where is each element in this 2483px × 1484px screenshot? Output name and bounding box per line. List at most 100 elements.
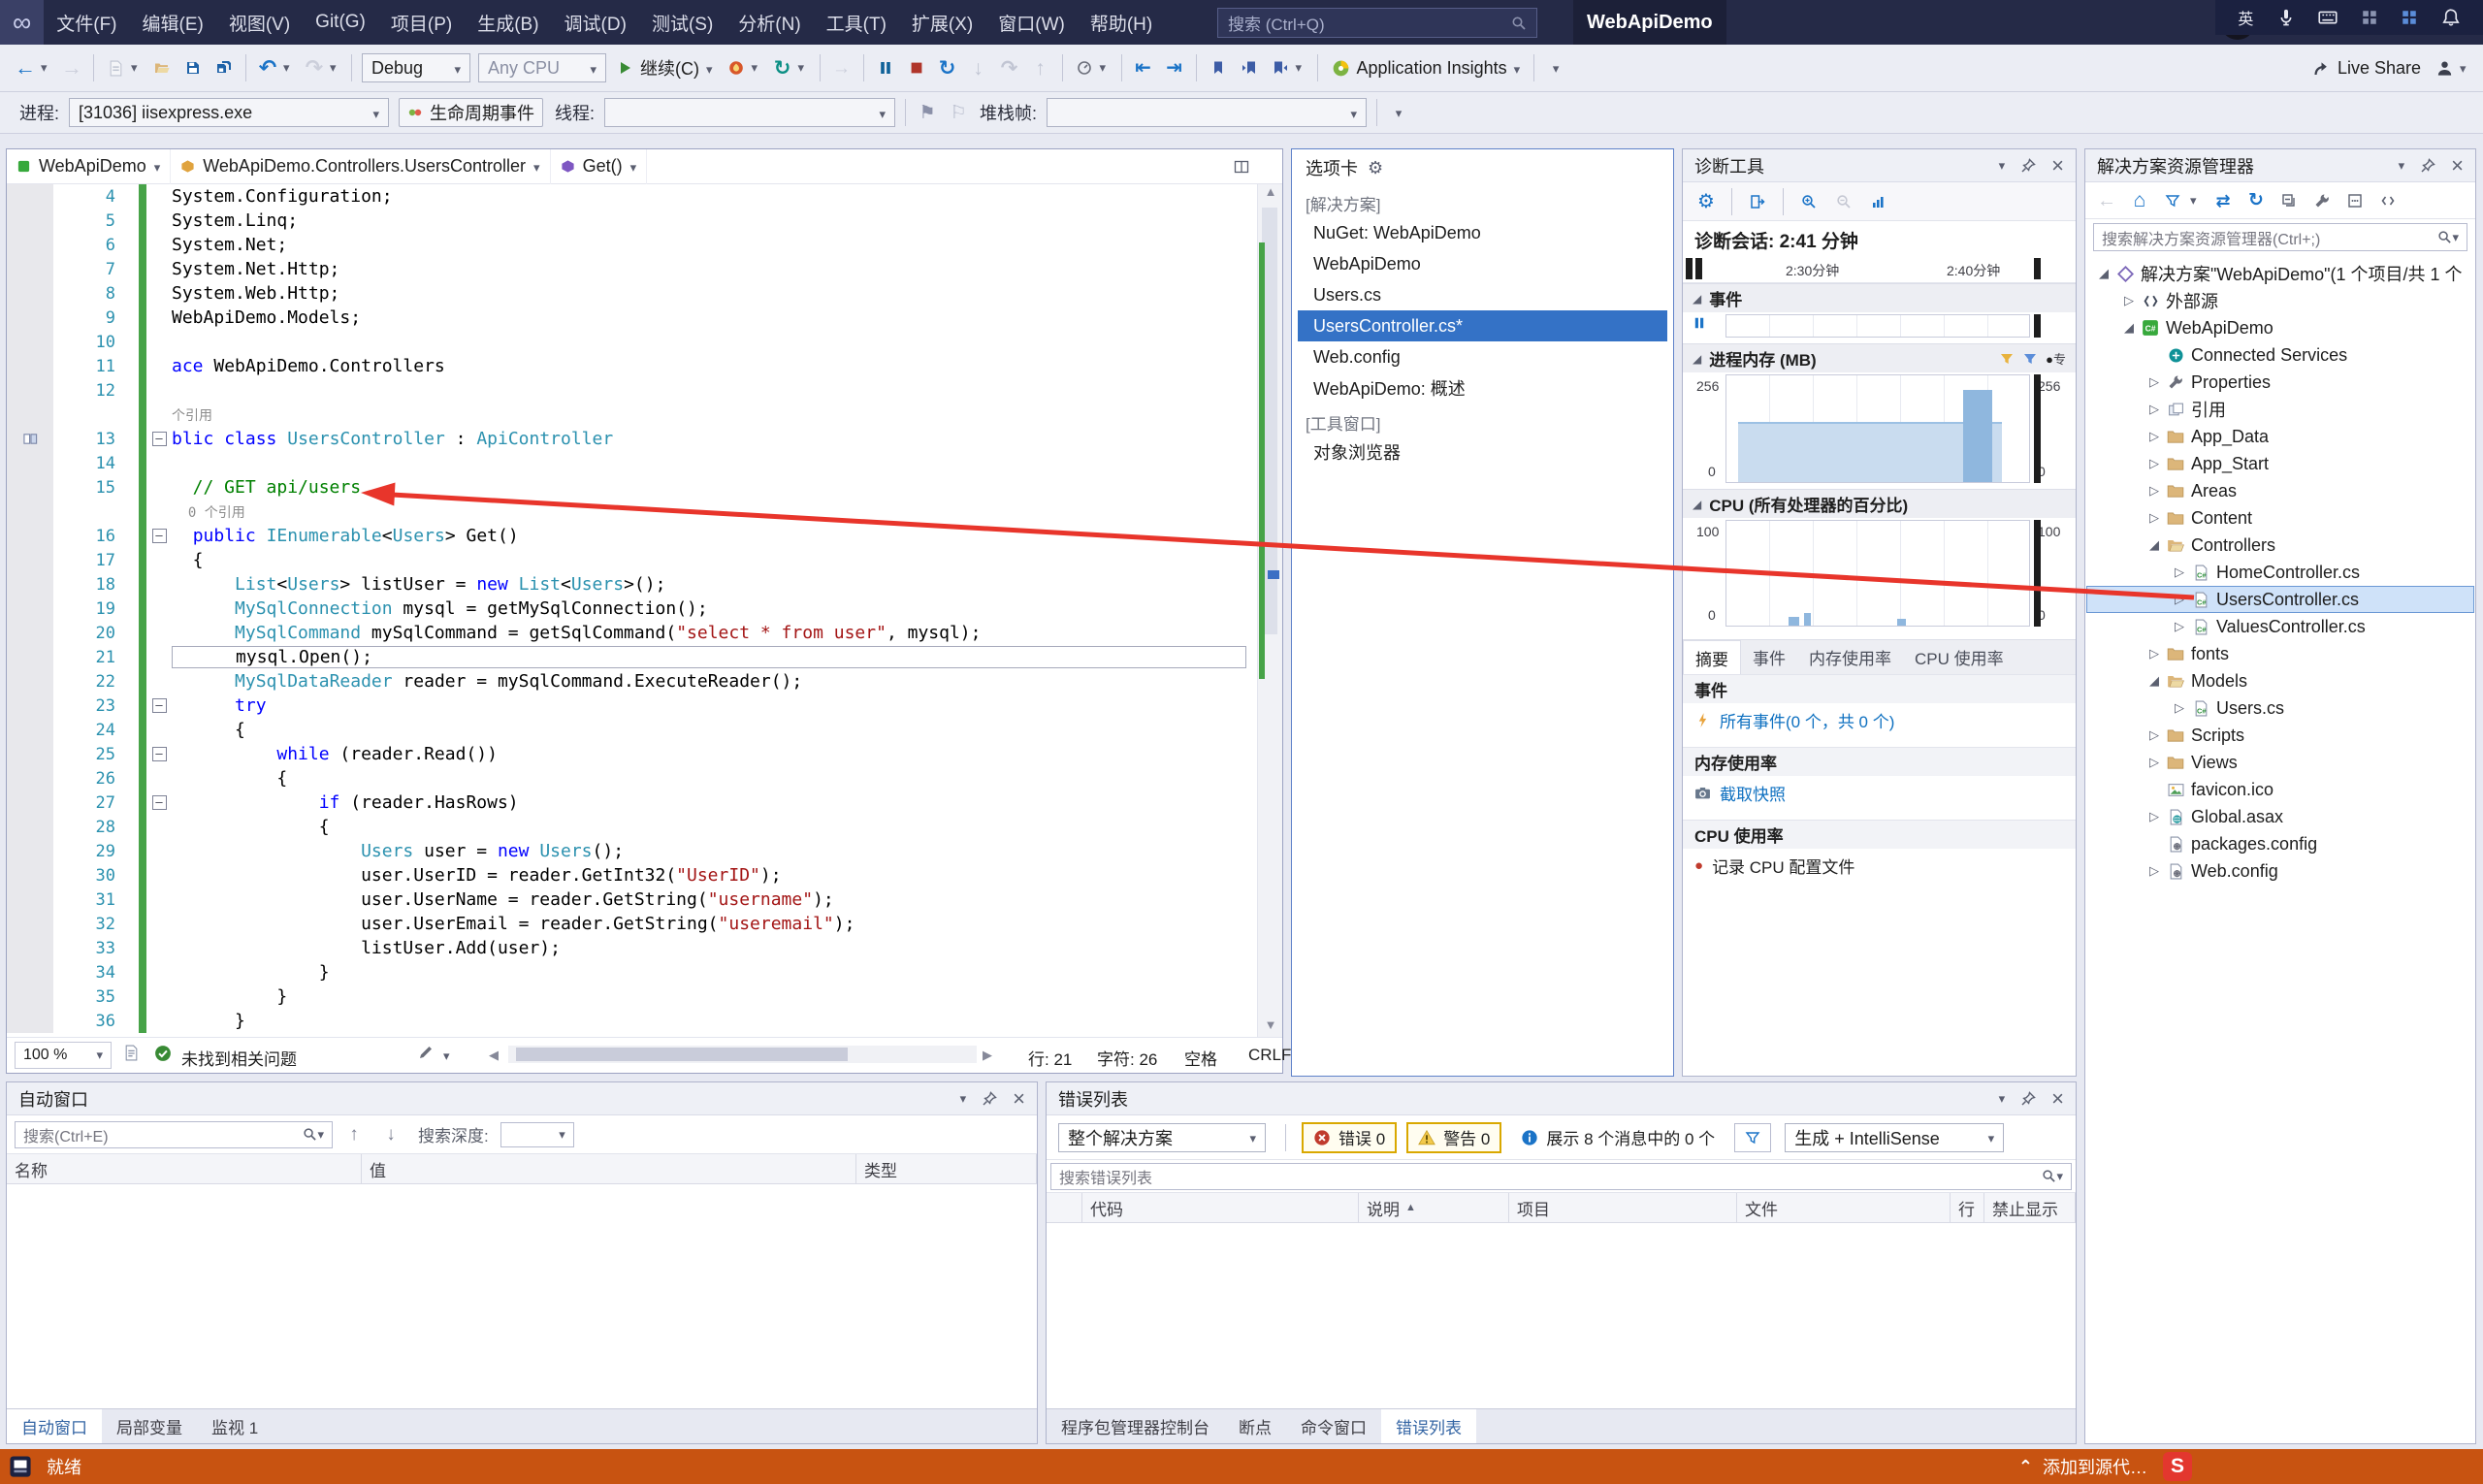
save-all-icon[interactable] [209,51,240,84]
cpu-section-header[interactable]: ◢CPU (所有处理器的百分比) [1683,489,2076,518]
expander-icon[interactable]: ▷ [2170,592,2189,607]
save-icon[interactable] [177,51,209,84]
code-line[interactable]: 7System.Net.Http; [7,257,1258,281]
expander-icon[interactable]: ▷ [2144,863,2164,879]
chevron-down-icon[interactable]: ▾ [1999,159,2006,172]
chevron-down-icon[interactable]: ▾ [960,1092,967,1105]
expander-icon[interactable]: ▷ [2144,429,2164,444]
tree-item[interactable]: ▷Global.asax [2086,803,2474,830]
column-header[interactable] [1047,1193,1082,1222]
code-line[interactable]: 34 } [7,960,1258,984]
code-line[interactable]: 27– if (reader.HasRows) [7,790,1258,815]
breakpoint-margin[interactable] [7,548,53,572]
breakpoint-margin[interactable] [7,209,53,233]
breakpoint-margin[interactable] [7,475,53,500]
tab-card-item[interactable]: 对象浏览器 [1298,436,1667,468]
debug-target-select[interactable]: Debug▾ [362,53,470,82]
restart-icon[interactable]: ↻ [767,51,798,84]
chevron-down-icon[interactable]: ▾ [2460,60,2475,78]
menu-item[interactable]: 工具(T) [814,0,899,45]
pin-icon[interactable] [2020,158,2036,174]
expander-icon[interactable]: ◢ [2144,673,2164,689]
scroll-down-icon[interactable]: ▼ [1258,1017,1283,1037]
breadcrumb-segment[interactable]: WebApiDemo.Controllers.UsersController▾ [171,149,550,184]
sync-icon[interactable]: ⇄ [2208,184,2239,217]
summary-link-row[interactable]: ●记录 CPU 配置文件 [1683,849,2076,882]
microphone-icon[interactable] [2276,8,2296,27]
empty-select[interactable]: ▾ [604,98,895,127]
outline-margin[interactable]: – [146,747,172,761]
code-line[interactable]: 29 Users user = new Users(); [7,839,1258,863]
code-line[interactable]: 9WebApiDemo.Models; [7,306,1258,330]
hscroll-thumb[interactable] [516,1048,848,1061]
reset-view-icon[interactable] [1863,185,1894,218]
breakpoint-margin[interactable] [7,839,53,863]
expander-icon[interactable]: ▷ [2144,510,2164,526]
code-line[interactable]: 19 MySqlConnection mysql = getMySqlConne… [7,597,1258,621]
breakpoint-margin[interactable] [7,863,53,887]
breakpoint-margin[interactable] [7,645,53,669]
memory-section-header[interactable]: ◢进程内存 (MB) ●专 [1683,343,2076,372]
events-section-header[interactable]: ◢事件 [1683,283,2076,312]
code-area[interactable]: 4System.Configuration;5System.Linq;6Syst… [7,184,1258,1037]
close-icon[interactable]: × [2051,155,2064,177]
grid-blue-icon[interactable] [2401,9,2418,26]
breakpoint-margin[interactable] [7,572,53,597]
menu-item[interactable]: 文件(F) [44,0,129,45]
tree-item[interactable]: ▷Content [2086,504,2474,532]
process-value-select[interactable]: [31036] iisexpress.exe▾ [69,98,389,127]
messages-filter-button[interactable]: 展示 8 个消息中的 0 个 [1511,1122,1725,1153]
menu-item[interactable]: 窗口(W) [985,0,1078,45]
breakpoint-margin[interactable] [7,427,53,451]
tree-item[interactable]: ▷fonts [2086,640,2474,667]
column-header[interactable]: 行 [1951,1193,1984,1222]
feedback-icon[interactable] [2429,52,2460,85]
menu-item[interactable]: 帮助(H) [1078,0,1165,45]
chevron-down-icon[interactable]: ▾ [283,59,299,77]
expander-icon[interactable]: ▷ [2144,727,2164,743]
breakpoint-margin[interactable] [7,354,53,378]
new-file-icon[interactable] [100,51,131,84]
zoom-out-icon[interactable] [1828,185,1859,218]
column-header[interactable]: 项目 [1509,1193,1737,1222]
code-line[interactable]: 31 user.UserName = reader.GetString("use… [7,887,1258,912]
pen-icon[interactable] [418,1045,434,1060]
codelens-row[interactable]: 0 个引用 [7,500,1258,524]
tab-card-item[interactable]: UsersController.cs* [1298,310,1667,341]
hscroll-right-icon[interactable]: ▶ [983,1048,992,1063]
refresh-icon[interactable]: ↻ [2241,184,2272,217]
outline-margin[interactable]: – [146,432,172,446]
code-line[interactable]: 21 mysql.Open(); [7,645,1258,669]
hot-reload-icon[interactable] [721,51,752,84]
breadcrumb-segment[interactable]: Get()▾ [551,149,648,184]
tree-item[interactable]: ▷C#ValuesController.cs [2086,613,2474,640]
prev-icon[interactable]: ↑ [339,1118,370,1151]
quick-search-input[interactable]: 搜索 (Ctrl+Q) [1217,8,1537,38]
tree-item[interactable]: packages.config [2086,830,2474,857]
code-line[interactable]: 35 } [7,984,1258,1009]
breakpoint-margin[interactable] [7,936,53,960]
flag-off-icon[interactable]: ⚐ [943,96,974,129]
tree-item[interactable]: ◢解决方案"WebApiDemo"(1 个项目/共 1 个 [2086,260,2474,287]
chevron-down-icon[interactable]: ▾ [443,1048,450,1065]
lifecycle-events-button[interactable]: 生命周期事件 [399,98,543,127]
expander-icon[interactable]: ▷ [2144,374,2164,390]
tool-window-tab[interactable]: 错误列表 [1381,1409,1476,1443]
tree-item[interactable]: ▷Areas [2086,477,2474,504]
scroll-up-icon[interactable]: ▲ [1258,184,1283,204]
chevron-down-icon[interactable]: ▾ [330,59,345,77]
menu-item[interactable]: 视图(V) [216,0,303,45]
expander-icon[interactable]: ▷ [2170,565,2189,580]
collapse-icon[interactable]: – [152,747,167,761]
tree-item[interactable]: ▷App_Start [2086,450,2474,477]
open-folder-icon[interactable] [146,51,177,84]
chevron-down-icon[interactable]: ▾ [41,59,56,77]
chevron-down-icon[interactable]: ▾ [131,59,146,77]
outline-margin[interactable]: – [146,698,172,713]
code-line[interactable]: 11ace WebApiDemo.Controllers [7,354,1258,378]
diag-icon[interactable] [1069,51,1100,84]
settings-gear-icon[interactable]: ⚙ [1691,185,1722,218]
pin-icon[interactable] [2420,158,2435,174]
breakpoint-margin[interactable] [7,790,53,815]
expander-icon[interactable]: ▷ [2144,483,2164,499]
